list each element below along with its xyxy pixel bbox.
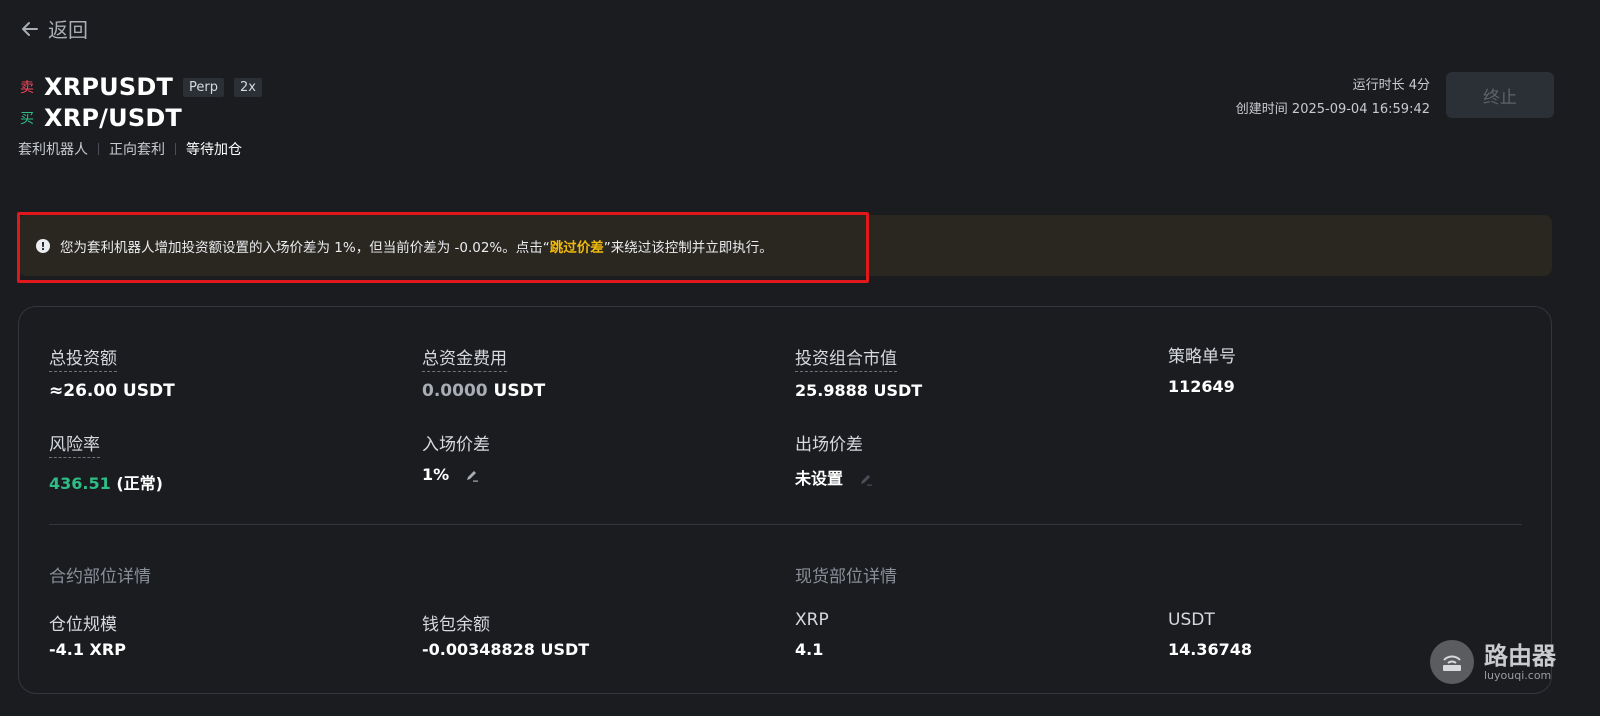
buy-tag: 买 [20, 111, 34, 127]
total-fee-value: 0.0000 USDT [422, 381, 545, 401]
arrow-left-icon [22, 21, 38, 36]
meta-status: 等待加仓 [186, 142, 242, 158]
entry-spread-value: 1% [422, 465, 450, 484]
risk-rate-label[interactable]: 风险率 [49, 435, 100, 458]
wallet-balance-value: -0.00348828 USDT [422, 640, 590, 659]
position-size-value: -4.1 XRP [49, 640, 126, 659]
risk-rate-status: (正常) [110, 474, 163, 493]
spot-position-title: 现货部位详情 [795, 567, 897, 587]
meta-separator [98, 143, 99, 155]
spot-usdt-value: 14.36748 [1168, 640, 1253, 659]
leverage-tag: 2x [234, 77, 262, 97]
total-fee-label[interactable]: 总资金费用 [422, 349, 507, 372]
spot-xrp-label: XRP [795, 610, 829, 630]
meta-separator [175, 143, 176, 155]
stop-button[interactable]: 终止 [1446, 72, 1554, 118]
watermark: 路由器 luyouqi.com [1430, 640, 1556, 684]
exit-spread-label: 出场价差 [795, 435, 863, 455]
portfolio-value-label[interactable]: 投资组合市值 [795, 349, 897, 372]
watermark-title: 路由器 [1484, 641, 1556, 670]
spot-pair-name: XRP/USDT [44, 104, 183, 132]
edit-exit-spread-icon[interactable] [859, 473, 873, 487]
total-invest-value: ≈26.00 USDT [49, 381, 175, 401]
total-fee-unit: USDT [487, 381, 546, 401]
router-logo-icon [1430, 640, 1474, 684]
back-label: 返回 [48, 18, 88, 42]
runtime-info: 运行时长 4分 创建时间 2025-09-04 16:59:42 [1236, 74, 1430, 122]
position-size-label: 仓位规模 [49, 615, 117, 635]
watermark-url: luyouqi.com [1484, 668, 1552, 682]
spot-usdt-label: USDT [1168, 610, 1215, 630]
total-fee-number: 0.0000 [422, 381, 488, 401]
exit-spread-value: 未设置 [795, 469, 844, 488]
sell-tag: 卖 [20, 80, 34, 96]
strategy-id-value: 112649 [1168, 377, 1235, 396]
risk-rate-number: 436.51 [49, 474, 111, 493]
exit-spread-row: 未设置 [795, 465, 873, 489]
section-divider [49, 524, 1522, 525]
perp-tag: Perp [183, 77, 225, 97]
perp-pair-name: XRPUSDT [44, 73, 174, 101]
entry-spread-label: 入场价差 [422, 435, 490, 455]
strategy-detail-card [18, 306, 1552, 694]
back-button[interactable]: 返回 [20, 14, 88, 43]
created-time-text: 创建时间 2025-09-04 16:59:42 [1235, 102, 1430, 117]
highlight-annotation-box [17, 212, 869, 283]
meta-arb-type: 正向套利 [109, 142, 165, 158]
perp-pair-row: 卖 XRPUSDT Perp 2x [20, 73, 262, 101]
strategy-id-label: 策略单号 [1168, 347, 1236, 367]
runtime-text: 运行时长 4分 [1352, 78, 1430, 93]
entry-spread-row: 1% [422, 465, 479, 484]
spot-pair-row: 买 XRP/USDT [20, 104, 182, 132]
risk-rate-value: 436.51 (正常) [49, 470, 163, 494]
portfolio-value: 25.9888 USDT [795, 381, 923, 400]
spot-xrp-value: 4.1 [795, 640, 824, 659]
futures-position-title: 合约部位详情 [49, 567, 151, 587]
strategy-meta: 套利机器人 正向套利 等待加仓 [18, 139, 242, 159]
meta-bot-type: 套利机器人 [18, 142, 88, 158]
wallet-balance-label: 钱包余额 [422, 615, 490, 635]
total-invest-label[interactable]: 总投资额 [49, 349, 117, 372]
edit-entry-spread-icon[interactable] [465, 469, 479, 483]
